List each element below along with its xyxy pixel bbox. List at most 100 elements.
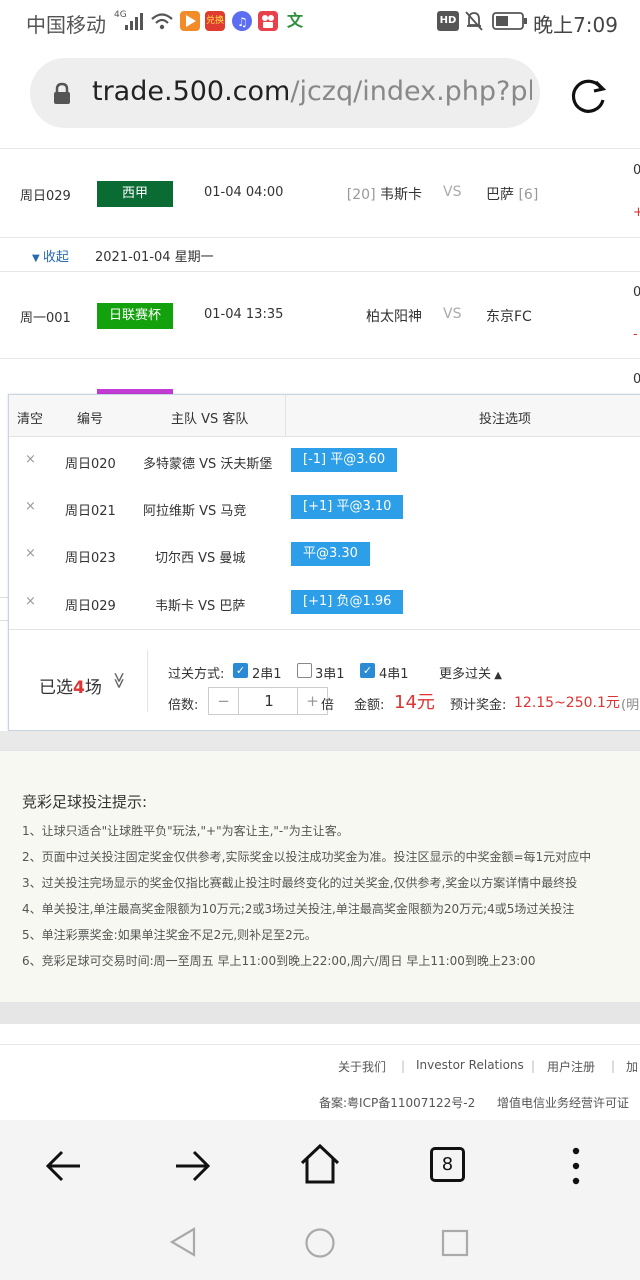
betting-tips: 竞彩足球投注提示: 1、让球只适合"让球胜平负"玩法,"+"为客让主,"-"为主…: [0, 750, 640, 1002]
footer-link-register[interactable]: 用户注册: [547, 1058, 595, 1075]
footer-link-investor[interactable]: Investor Relations: [416, 1058, 524, 1072]
tabs-button[interactable]: 8: [430, 1147, 465, 1182]
lottery-app-icon: 兑换: [205, 11, 225, 31]
clock: 晚上7:09: [533, 13, 618, 37]
bet-option[interactable]: [-1] 平@3.60: [291, 448, 398, 472]
battery-icon: [492, 12, 527, 30]
vs-label: VS: [443, 184, 462, 200]
system-home-icon[interactable]: [303, 1226, 337, 1260]
bet-teams: 切尔西 VS 曼城: [155, 551, 246, 566]
video-app-icon: [180, 11, 200, 31]
divider: [0, 620, 8, 621]
lock-icon: [54, 82, 70, 104]
divider: [0, 731, 640, 751]
amount-label: 金额:: [354, 698, 385, 713]
bet-option[interactable]: 平@3.30: [291, 542, 370, 566]
remove-icon[interactable]: ×: [25, 594, 36, 609]
reader-app-icon: 文: [285, 11, 305, 31]
status-bar: 中国移动 4G 兑换 ♫ 文 HD 晚上7:09: [0, 0, 640, 44]
expand-chevron-icon[interactable]: ≫: [110, 672, 129, 689]
pass-type-label: 过关方式:: [168, 667, 225, 682]
league-badge: 西甲: [97, 181, 173, 207]
footer-separator: |: [611, 1059, 616, 1073]
url-domain: trade.500.com: [92, 76, 291, 107]
remove-icon[interactable]: ×: [25, 546, 36, 561]
pass-option-label: 3串1: [315, 667, 345, 682]
away-team: 东京FC: [486, 309, 532, 325]
pass-option-label: 4串1: [379, 667, 409, 682]
icp-record: 备案:粤ICP备11007122号-2: [319, 1096, 476, 1110]
forward-arrow-icon[interactable]: [172, 1146, 212, 1186]
odds-edge-top: 0: [633, 163, 640, 178]
signal-icon: [125, 13, 143, 30]
checkbox-3c1[interactable]: [297, 663, 312, 678]
triangle-down-icon: ▼: [32, 253, 43, 264]
bet-code: 周日021: [65, 504, 116, 519]
league-badge: 日联赛杯: [97, 303, 173, 329]
tip-item: 2、页面中过关投注固定奖金仅供参考,实际奖金以投注成功奖金为准。投注区显示的中奖…: [22, 850, 592, 864]
bet-option[interactable]: [+1] 负@1.96: [291, 590, 404, 614]
odds-edge-bottom: +: [633, 205, 640, 220]
footer-link-more[interactable]: 加: [626, 1058, 638, 1075]
browser-toolbar: 8: [0, 1120, 640, 1280]
tip-item: 4、单关投注,单注最高奖金限额为10万元;2或3场过关投注,单注最高奖金限额为2…: [22, 902, 575, 916]
header-options: 投注选项: [479, 412, 532, 427]
vs-label: VS: [443, 306, 462, 322]
wifi-icon: [151, 13, 173, 30]
bet-code: 周日020: [65, 457, 116, 472]
tip-item: 6、竞彩足球可交易时间:周一至周五 早上11:00到晚上22:00,周六/周日 …: [22, 954, 536, 968]
kuaishou-app-icon: [258, 11, 278, 31]
address-bar[interactable]: trade.500.com/jczq/index.php?pla: [30, 58, 540, 128]
bet-code: 周日029: [65, 599, 116, 614]
bet-row: × 周日029 韦斯卡 VS 巴萨 [+1] 负@1.96: [9, 580, 640, 628]
url-path: /jczq/index.php?pla: [290, 76, 532, 107]
amount-value: 14元: [394, 692, 435, 713]
home-icon[interactable]: [298, 1142, 342, 1186]
license-text: 增值电信业务经营许可证: [497, 1096, 630, 1110]
tip-item: 5、单注彩票奖金:如果单注奖金不足2元,则补足至2元。: [22, 928, 317, 942]
carrier-name: 中国移动: [26, 13, 106, 37]
match-code: 周一001: [20, 311, 71, 326]
match-time: 01-04 04:00: [204, 185, 284, 200]
bet-teams: 韦斯卡 VS 巴萨: [155, 599, 246, 614]
divider: [9, 629, 640, 630]
system-recents-icon[interactable]: [440, 1228, 470, 1258]
mute-bell-icon: [465, 11, 483, 31]
prize-value: 12.15~250.1元: [514, 695, 620, 711]
bet-slip-header: 清空 编号 主队 VS 客队 投注选项: [9, 395, 640, 437]
match-row[interactable]: 周一001 日联赛杯 01-04 13:35 柏太阳神 VS 东京FC 0 -: [0, 271, 640, 358]
minus-button[interactable]: −: [209, 688, 239, 714]
reload-icon[interactable]: [568, 74, 610, 116]
away-team: 巴萨 [6]: [486, 187, 539, 203]
selected-count: 已选4场: [39, 678, 102, 698]
divider: [147, 650, 148, 712]
footer-link-about[interactable]: 关于我们: [338, 1058, 386, 1075]
bet-option[interactable]: [+1] 平@3.10: [291, 495, 404, 519]
odds-edge-top: 0: [633, 285, 640, 300]
checkbox-2c1[interactable]: ✓: [233, 663, 248, 678]
tip-item: 3、过关投注完场显示的奖金仅指比赛截止投注时最终变化的过关奖金,仅供参考,奖金以…: [22, 876, 578, 890]
more-menu-icon[interactable]: [566, 1146, 586, 1186]
date-label: 2021-01-04 星期一: [95, 250, 214, 265]
url-text[interactable]: trade.500.com/jczq/index.php?pla: [92, 76, 532, 107]
home-team: 柏太阳神: [366, 309, 422, 325]
system-back-icon[interactable]: [168, 1226, 198, 1258]
music-app-icon: ♫: [232, 11, 252, 31]
prize-suffix: (明: [621, 698, 640, 713]
home-team: [20] 韦斯卡: [346, 187, 422, 203]
date-row: ▼ 收起 2021-01-04 星期一: [0, 237, 640, 271]
multiplier-input[interactable]: 1: [239, 688, 299, 714]
match-time: 01-04 13:35: [204, 307, 284, 322]
bet-slip-panel: 清空 编号 主队 VS 客队 投注选项 × 周日020 多特蒙德 VS 沃夫斯堡…: [8, 394, 640, 731]
remove-icon[interactable]: ×: [25, 452, 36, 467]
more-pass-button[interactable]: 更多过关 ▲: [439, 663, 502, 682]
multiplier-label: 倍数:: [168, 698, 199, 713]
clear-all-button[interactable]: 清空: [17, 408, 43, 427]
collapse-toggle[interactable]: ▼ 收起: [32, 246, 69, 265]
bet-row: × 周日021 阿拉维斯 VS 马竞 [+1] 平@3.10: [9, 485, 640, 533]
odds-edge-top: 0: [633, 372, 640, 387]
remove-icon[interactable]: ×: [25, 499, 36, 514]
checkbox-4c1[interactable]: ✓: [360, 663, 375, 678]
match-row[interactable]: 周日029 西甲 01-04 04:00 [20] 韦斯卡 VS 巴萨 [6] …: [0, 148, 640, 237]
back-arrow-icon[interactable]: [44, 1146, 84, 1186]
